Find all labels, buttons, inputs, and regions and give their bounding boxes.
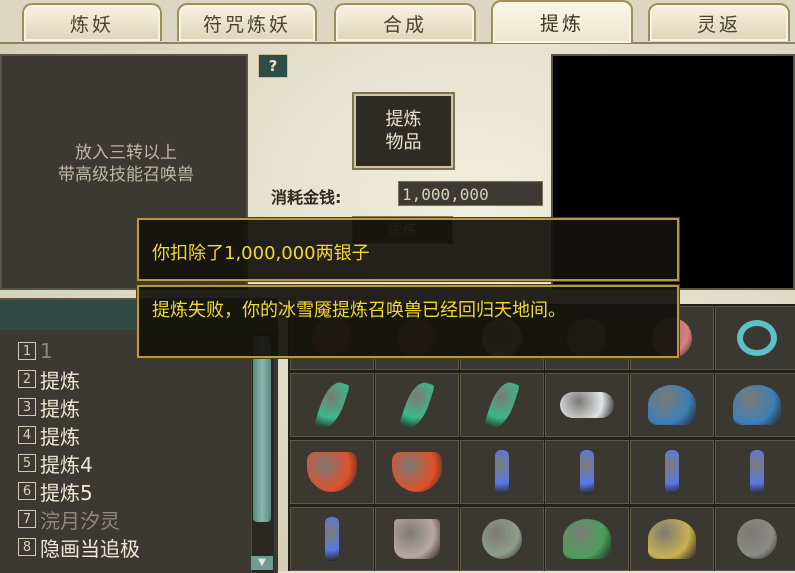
list-item-label: 提炼	[40, 368, 80, 393]
green-feather-icon	[399, 378, 435, 432]
list-item[interactable]: 3 提炼	[18, 394, 80, 421]
inventory-slot[interactable]	[630, 507, 714, 571]
cloth-icon	[394, 519, 440, 559]
item-slot-line2: 物品	[385, 132, 422, 153]
inventory-slot[interactable]	[375, 373, 459, 437]
list-item-label: 浣月汐灵	[40, 508, 120, 533]
blue-necklace-icon	[325, 517, 339, 561]
fail-tooltip: 提炼失败，你的冰雪魇提炼召唤兽已经回归天地间。	[137, 285, 679, 358]
monster-hint-line2: 带高级技能召唤兽	[58, 165, 194, 185]
list-item-label: 隐画当追极	[40, 536, 140, 561]
inventory-slot[interactable]	[460, 507, 544, 571]
monster-hint-line1: 放入三转以上	[75, 143, 177, 163]
inventory-slot[interactable]	[630, 440, 714, 504]
inventory-slot[interactable]	[630, 373, 714, 437]
tab-lingfan[interactable]: 灵返	[648, 3, 790, 41]
inventory-slot[interactable]	[545, 507, 629, 571]
scrollbar-thumb[interactable]	[253, 336, 271, 522]
list-item-number: 6	[18, 482, 36, 500]
blue-necklace-icon	[750, 450, 764, 494]
list-item-number: 4	[18, 426, 36, 444]
list-item[interactable]: 7 浣月汐灵	[18, 506, 120, 533]
blue-helmet-icon	[733, 385, 781, 425]
warrior-helmet-icon	[648, 519, 696, 559]
red-armor-icon	[392, 452, 442, 492]
deduct-tooltip: 你扣除了1,000,000两银子	[137, 218, 679, 281]
blue-necklace-icon	[495, 450, 509, 494]
monster-hint: 放入三转以上 带高级技能召唤兽	[2, 142, 250, 186]
dragon-helmet-icon	[563, 519, 611, 559]
mask-icon	[482, 519, 522, 559]
blue-necklace-icon	[580, 450, 594, 494]
inventory-slot[interactable]	[375, 440, 459, 504]
scroll-down-button[interactable]: ▼	[251, 556, 273, 570]
blue-helmet-icon	[648, 385, 696, 425]
inventory-slot[interactable]	[715, 507, 795, 571]
cloud-icon	[560, 392, 614, 418]
inventory-slot[interactable]	[715, 373, 795, 437]
inventory-slot[interactable]	[715, 440, 795, 504]
list-item[interactable]: 8 隐画当追极	[18, 534, 140, 561]
list-item-label: 提炼	[40, 396, 80, 421]
list-item[interactable]: 2 提炼	[18, 366, 80, 393]
tab-bar: 炼妖 符咒炼妖 合成 提炼 灵返	[0, 0, 795, 44]
list-item-label: 提炼	[40, 424, 80, 449]
list-item[interactable]: 6 提炼5	[18, 478, 93, 505]
list-item[interactable]: 5 提炼4	[18, 450, 93, 477]
list-item-number: 5	[18, 454, 36, 472]
inventory-slot[interactable]	[290, 373, 374, 437]
list-item-label: 1	[40, 339, 53, 363]
inventory-slot[interactable]	[545, 440, 629, 504]
green-feather-icon	[314, 378, 350, 432]
list-item-label: 提炼5	[40, 480, 93, 505]
inventory-slot[interactable]	[460, 440, 544, 504]
list-item-number: 1	[18, 342, 36, 360]
green-feather-icon	[484, 378, 520, 432]
list-item-number: 7	[18, 510, 36, 528]
inventory-slot[interactable]	[715, 306, 795, 370]
list-item[interactable]: 11	[18, 338, 53, 364]
fail-tooltip-text: 提炼失败，你的冰雪魇提炼召唤兽已经回归天地间。	[152, 300, 566, 321]
inventory-slot[interactable]	[545, 373, 629, 437]
inventory-slot[interactable]	[460, 373, 544, 437]
deduct-tooltip-text: 你扣除了1,000,000两银子	[152, 243, 370, 264]
rock-icon	[737, 519, 777, 559]
tab-tilian[interactable]: 提炼	[491, 0, 633, 43]
list-item-number: 3	[18, 398, 36, 416]
cost-value: 1,000,000	[398, 181, 543, 206]
tab-lianyao[interactable]: 炼妖	[22, 3, 162, 41]
refine-item-slot[interactable]: 提炼 物品	[352, 92, 455, 170]
ring-icon	[737, 320, 777, 356]
list-item[interactable]: 4 提炼	[18, 422, 80, 449]
blue-necklace-icon	[665, 450, 679, 494]
list-item-number: 8	[18, 538, 36, 556]
help-button[interactable]: ?	[258, 54, 288, 78]
inventory-slot[interactable]	[290, 507, 374, 571]
inventory-slot[interactable]	[290, 440, 374, 504]
tab-hecheng[interactable]: 合成	[334, 3, 476, 41]
list-item-number: 2	[18, 370, 36, 388]
inventory-slot[interactable]	[375, 507, 459, 571]
cost-label: 消耗金钱:	[271, 188, 342, 207]
item-slot-line1: 提炼	[385, 109, 422, 130]
list-item-label: 提炼4	[40, 452, 93, 477]
tab-fuzhou-lianyao[interactable]: 符咒炼妖	[177, 3, 317, 41]
red-armor-icon	[307, 452, 357, 492]
